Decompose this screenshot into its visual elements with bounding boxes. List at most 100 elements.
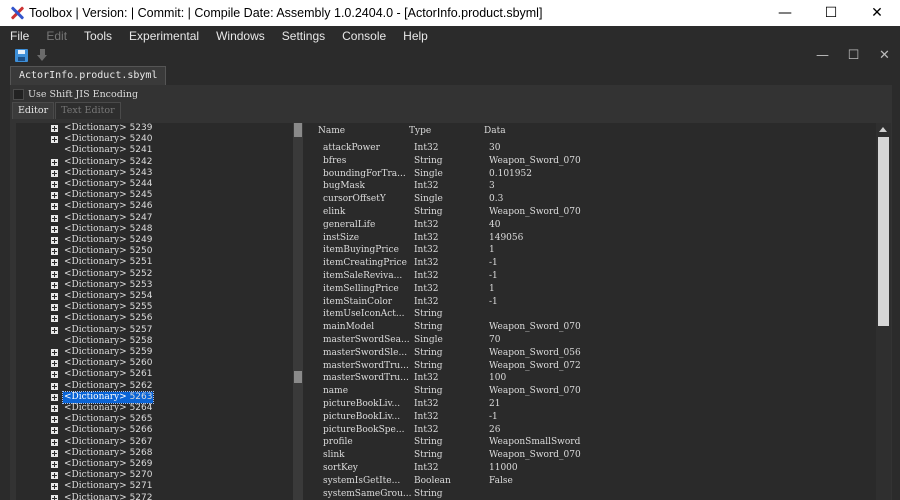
menu-windows[interactable]: Windows bbox=[216, 29, 265, 43]
tree-node[interactable]: <Dictionary> 5261 bbox=[16, 369, 293, 380]
document-tab[interactable]: ActorInfo.product.sbyml bbox=[10, 66, 167, 85]
expand-plus-icon[interactable] bbox=[51, 169, 58, 177]
table-row[interactable]: systemSameGrou... String bbox=[303, 488, 875, 500]
table-row[interactable]: pictureBookSpe... Int32 26 bbox=[303, 424, 875, 437]
tree-node[interactable]: <Dictionary> 5242 bbox=[16, 157, 293, 168]
tree-view[interactable]: <Dictionary> 5239 <Dictionary> 5240 <Dicti… bbox=[16, 123, 293, 500]
tree-node-label[interactable]: <Dictionary> 5262 bbox=[63, 381, 153, 392]
tree-node[interactable]: <Dictionary> 5253 bbox=[16, 280, 293, 291]
tree-node[interactable]: <Dictionary> 5254 bbox=[16, 291, 293, 302]
menu-settings[interactable]: Settings bbox=[282, 29, 325, 43]
menu-tools[interactable]: Tools bbox=[84, 29, 112, 43]
tree-node-label[interactable]: <Dictionary> 5249 bbox=[63, 235, 153, 246]
tree-node[interactable]: <Dictionary> 5263 bbox=[16, 390, 293, 404]
mdi-minimize-button[interactable]: — bbox=[807, 45, 838, 65]
expand-plus-icon[interactable] bbox=[51, 270, 58, 278]
expand-plus-icon[interactable] bbox=[51, 382, 58, 390]
table-row[interactable]: slink String Weapon_Sword_070 bbox=[303, 449, 875, 462]
tree-node[interactable]: <Dictionary> 5258 bbox=[16, 336, 293, 347]
tree-node[interactable]: <Dictionary> 5244 bbox=[16, 179, 293, 190]
tree-node-label[interactable]: <Dictionary> 5251 bbox=[63, 257, 153, 268]
tree-node[interactable]: <Dictionary> 5239 bbox=[16, 123, 293, 134]
expand-plus-icon[interactable] bbox=[51, 214, 58, 222]
column-header-name[interactable]: Name bbox=[318, 126, 345, 136]
table-row[interactable]: itemCreatingPrice Int32 -1 bbox=[303, 257, 875, 270]
expand-plus-icon[interactable] bbox=[51, 371, 58, 379]
vertical-scrollbar[interactable] bbox=[876, 123, 891, 500]
table-row[interactable]: attackPower Int32 30 bbox=[303, 142, 875, 155]
tree-node-label[interactable]: <Dictionary> 5270 bbox=[63, 470, 153, 481]
tree-node[interactable]: <Dictionary> 5240 bbox=[16, 134, 293, 145]
table-row[interactable]: boundingForTra... Single 0.101952 bbox=[303, 168, 875, 181]
tree-node[interactable]: <Dictionary> 5268 bbox=[16, 448, 293, 459]
save-icon[interactable] bbox=[15, 48, 28, 62]
expand-plus-icon[interactable] bbox=[51, 393, 58, 401]
tree-node-label[interactable]: <Dictionary> 5267 bbox=[63, 437, 153, 448]
expand-plus-icon[interactable] bbox=[51, 405, 58, 413]
expand-plus-icon[interactable] bbox=[51, 315, 58, 323]
table-row[interactable]: generalLife Int32 40 bbox=[303, 219, 875, 232]
tree-node[interactable]: <Dictionary> 5248 bbox=[16, 224, 293, 235]
expand-plus-icon[interactable] bbox=[51, 427, 58, 435]
table-row[interactable]: itemSellingPrice Int32 1 bbox=[303, 283, 875, 296]
tree-node-label[interactable]: <Dictionary> 5271 bbox=[63, 481, 153, 492]
tree-node[interactable]: <Dictionary> 5251 bbox=[16, 257, 293, 268]
expand-plus-icon[interactable] bbox=[51, 326, 58, 334]
tree-node-label[interactable]: <Dictionary> 5245 bbox=[63, 190, 153, 201]
maximize-button[interactable]: ☐ bbox=[808, 0, 854, 26]
download-icon[interactable] bbox=[36, 48, 49, 62]
tree-node-label[interactable]: <Dictionary> 5240 bbox=[63, 134, 153, 145]
shift-jis-checkbox[interactable] bbox=[13, 88, 24, 100]
shift-jis-option[interactable]: Use Shift JIS Encoding bbox=[13, 87, 138, 101]
menu-help[interactable]: Help bbox=[403, 29, 428, 43]
tree-node-label[interactable]: <Dictionary> 5256 bbox=[63, 313, 153, 324]
tree-node-label[interactable]: <Dictionary> 5242 bbox=[63, 157, 153, 168]
tree-node-label[interactable]: <Dictionary> 5259 bbox=[63, 347, 153, 358]
table-row[interactable]: profile String WeaponSmallSword bbox=[303, 436, 875, 449]
table-row[interactable]: systemIsGetIte... Boolean False bbox=[303, 475, 875, 488]
table-row[interactable]: mainModel String Weapon_Sword_070 bbox=[303, 321, 875, 334]
table-row[interactable]: itemUseIconAct... String bbox=[303, 308, 875, 321]
tree-node-label[interactable]: <Dictionary> 5250 bbox=[63, 246, 153, 257]
tab-editor[interactable]: Editor bbox=[12, 102, 55, 119]
tree-node-label[interactable]: <Dictionary> 5268 bbox=[63, 448, 153, 459]
table-row[interactable]: masterSwordTru... Int32 100 bbox=[303, 372, 875, 385]
expand-plus-icon[interactable] bbox=[51, 125, 58, 133]
expand-plus-icon[interactable] bbox=[51, 281, 58, 289]
tree-node[interactable]: <Dictionary> 5256 bbox=[16, 313, 293, 324]
tree-node[interactable]: <Dictionary> 5252 bbox=[16, 269, 293, 280]
tree-node-label[interactable]: <Dictionary> 5272 bbox=[63, 493, 153, 500]
splitter-handle-top[interactable] bbox=[294, 123, 302, 137]
table-row[interactable]: itemBuyingPrice Int32 1 bbox=[303, 244, 875, 257]
tree-node[interactable]: <Dictionary> 5269 bbox=[16, 459, 293, 470]
tree-node-label[interactable]: <Dictionary> 5258 bbox=[63, 336, 153, 347]
menu-console[interactable]: Console bbox=[342, 29, 386, 43]
tree-node-label[interactable]: <Dictionary> 5264 bbox=[63, 403, 153, 414]
expand-plus-icon[interactable] bbox=[51, 203, 58, 211]
table-row[interactable]: sortKey Int32 11000 bbox=[303, 462, 875, 475]
tree-node-label[interactable]: <Dictionary> 5265 bbox=[63, 414, 153, 425]
table-row[interactable]: instSize Int32 149056 bbox=[303, 232, 875, 245]
expand-plus-icon[interactable] bbox=[51, 438, 58, 446]
expand-plus-icon[interactable] bbox=[51, 349, 58, 357]
table-row[interactable]: pictureBookLiv... Int32 -1 bbox=[303, 411, 875, 424]
tree-node[interactable]: <Dictionary> 5243 bbox=[16, 168, 293, 179]
expand-plus-icon[interactable] bbox=[51, 461, 58, 469]
tree-node-label[interactable]: <Dictionary> 5255 bbox=[63, 302, 153, 313]
tree-node-label[interactable]: <Dictionary> 5253 bbox=[63, 280, 153, 291]
expand-plus-icon[interactable] bbox=[51, 158, 58, 166]
tree-node-label[interactable]: <Dictionary> 5263 bbox=[61, 390, 155, 404]
tree-node[interactable]: <Dictionary> 5271 bbox=[16, 481, 293, 492]
minimize-button[interactable]: — bbox=[762, 0, 808, 26]
tree-node[interactable]: <Dictionary> 5247 bbox=[16, 213, 293, 224]
tree-node[interactable]: <Dictionary> 5250 bbox=[16, 246, 293, 257]
tree-node[interactable]: <Dictionary> 5262 bbox=[16, 381, 293, 392]
tree-node[interactable]: <Dictionary> 5246 bbox=[16, 201, 293, 212]
tree-node-label[interactable]: <Dictionary> 5239 bbox=[63, 123, 153, 134]
scrollbar-thumb[interactable] bbox=[878, 137, 889, 326]
column-header-type[interactable]: Type bbox=[409, 126, 431, 136]
table-row[interactable]: masterSwordTru... String Weapon_Sword_072 bbox=[303, 360, 875, 373]
splitter[interactable] bbox=[293, 123, 303, 500]
tree-node[interactable]: <Dictionary> 5267 bbox=[16, 437, 293, 448]
tree-node[interactable]: <Dictionary> 5245 bbox=[16, 190, 293, 201]
